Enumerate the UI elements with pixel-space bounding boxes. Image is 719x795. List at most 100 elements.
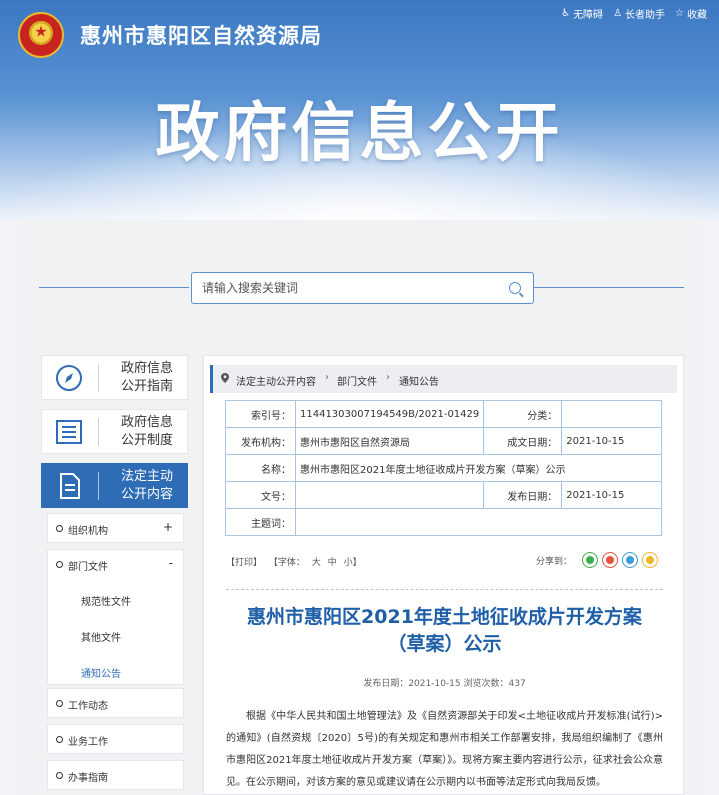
tree-item-service[interactable]: 办事指南 xyxy=(47,760,184,790)
wechat-share-icon[interactable] xyxy=(582,552,599,568)
metadata-table: 索引号： 11441303007194549B/2021-01429 分类： 发… xyxy=(225,400,662,536)
meta-value: 2021-10-15 xyxy=(561,427,662,455)
article-meta: 发布日期：2021-10-15 浏览次数：437 xyxy=(363,679,526,689)
table-row: 文号： 发布日期： 2021-10-15 xyxy=(225,481,662,509)
nav-label: 政府信息 公开指南 xyxy=(112,360,182,396)
nav-disclosure-rules[interactable]: 政府信息 公开制度 xyxy=(41,409,188,454)
top-links: ♿ 无障碍 ♙ 长者助手 ☆ 收藏 xyxy=(561,6,707,21)
header-banner: ★ 惠州市惠阳区自然资源局 ♿ 无障碍 ♙ 长者助手 ☆ 收藏 政府信息公开 xyxy=(0,0,719,220)
meta-value xyxy=(561,400,662,428)
nav-label: 政府信息 公开制度 xyxy=(112,414,182,450)
font-size-label: 【字体： xyxy=(268,558,305,568)
chevron-right-icon: › xyxy=(386,372,390,383)
breadcrumb-statutory[interactable]: 法定主动公开内容 xyxy=(236,373,316,388)
elder-assist-link[interactable]: ♙ 长者助手 xyxy=(613,6,665,21)
font-medium-button[interactable]: 中 xyxy=(328,558,337,568)
article-tools: 【打印】 【字体： 大 中 小】 xyxy=(226,555,366,568)
nav-separator xyxy=(98,418,99,446)
nav-disclosure-guide[interactable]: 政府信息 公开指南 xyxy=(41,355,188,400)
nav-label-line1: 政府信息 xyxy=(120,415,173,430)
nav-label-line2: 公开指南 xyxy=(120,379,173,394)
divider-left xyxy=(39,287,189,288)
nav-separator xyxy=(98,364,99,392)
nav-label-line1: 法定主动 xyxy=(120,469,173,484)
accessibility-link[interactable]: ♿ 无障碍 xyxy=(561,6,603,21)
font-large-button[interactable]: 大 xyxy=(312,558,321,568)
meta-key: 名称： xyxy=(225,454,296,482)
article-title: 惠州市惠阳区2021年度土地征收成片开发方案（草案）公示 xyxy=(247,606,642,655)
tree-item-org[interactable]: 组织机构 + xyxy=(47,513,184,543)
nav-label-line2: 公开制度 xyxy=(120,433,173,448)
nav-label-line1: 政府信息 xyxy=(120,361,173,376)
tree-item-label: 办事指南 xyxy=(68,773,108,784)
bullet-icon xyxy=(56,561,63,568)
meta-key: 主题词： xyxy=(225,508,296,536)
qzone-share-icon[interactable] xyxy=(642,552,659,568)
search-row xyxy=(39,272,684,304)
search-icon[interactable] xyxy=(509,282,521,294)
meta-value: 惠州市惠阳区2021年度土地征收成片开发方案（草案）公示 xyxy=(295,454,662,482)
bullet-icon xyxy=(56,736,63,743)
meta-key: 发布日期： xyxy=(483,481,563,509)
meta-value xyxy=(295,508,662,536)
meta-key: 发布机构： xyxy=(225,427,296,455)
breadcrumb-dept-docs[interactable]: 部门文件 xyxy=(337,373,377,388)
table-row: 名称： 惠州市惠阳区2021年度土地征收成片开发方案（草案）公示 xyxy=(225,454,662,482)
nav-label: 法定主动 公开内容 xyxy=(112,468,182,504)
tree-group-dept-docs: 部门文件 - 规范性文件 其他文件 通知公告 xyxy=(47,549,184,685)
tree-item-business[interactable]: 业务工作 xyxy=(47,724,184,754)
elder-assist-icon: ♙ xyxy=(613,8,623,19)
font-small-button[interactable]: 小】 xyxy=(344,558,362,568)
expand-icon[interactable]: + xyxy=(163,520,173,534)
main-container: 政府信息 公开指南 政府信息 公开制度 法定主动 公开内容 xyxy=(19,220,702,795)
nav-label-line2: 公开内容 xyxy=(120,487,173,502)
article-body: 根据《中华人民共和国土地管理法》及《自然资源部关于印发<土地征收成片开发标准(试… xyxy=(226,711,663,788)
share-bar: 分享到： xyxy=(536,552,659,568)
tree-item-label: 组织机构 xyxy=(68,526,108,537)
table-row: 索引号： 11441303007194549B/2021-01429 分类： xyxy=(225,400,662,428)
table-row: 主题词： xyxy=(225,508,662,536)
nav-statutory-content[interactable]: 法定主动 公开内容 xyxy=(41,463,188,508)
accessibility-icon: ♿ xyxy=(561,8,571,19)
compass-icon xyxy=(56,365,82,391)
chevron-right-icon: › xyxy=(325,372,329,383)
meta-value: 11441303007194549B/2021-01429 xyxy=(294,400,485,428)
breadcrumb: 法定主动公开内容 › 部门文件 › 通知公告 xyxy=(210,365,677,393)
breadcrumb-notices[interactable]: 通知公告 xyxy=(399,373,439,388)
meta-key: 成文日期： xyxy=(483,427,563,455)
org-name: 惠州市惠阳区自然资源局 xyxy=(80,24,322,48)
search-box xyxy=(191,272,534,304)
bullet-icon xyxy=(56,525,63,532)
collapse-icon[interactable]: - xyxy=(169,556,173,570)
banner-title: 政府信息公开 xyxy=(155,97,564,171)
nav-separator xyxy=(98,472,99,500)
print-button[interactable]: 【打印】 xyxy=(226,558,262,568)
favorite-link[interactable]: ☆ 收藏 xyxy=(675,6,707,21)
meta-key: 索引号： xyxy=(225,400,296,428)
favorite-label: 收藏 xyxy=(687,10,707,21)
location-pin-icon xyxy=(221,373,229,383)
qq-share-icon[interactable] xyxy=(622,552,639,568)
divider-right xyxy=(534,287,684,288)
divider xyxy=(226,589,663,590)
search-input[interactable] xyxy=(192,273,492,303)
star-icon: ☆ xyxy=(675,8,684,19)
tree-item-label: 业务工作 xyxy=(68,737,108,748)
document-icon xyxy=(60,473,80,499)
tree-item-work[interactable]: 工作动态 xyxy=(47,688,184,718)
accessibility-label: 无障碍 xyxy=(573,10,604,21)
national-emblem-icon: ★ xyxy=(18,12,64,58)
meta-key: 分类： xyxy=(483,400,563,428)
tree-item-dept-docs[interactable]: 部门文件 xyxy=(68,558,108,573)
bullet-icon xyxy=(56,700,63,707)
table-row: 发布机构： 惠州市惠阳区自然资源局 成文日期： 2021-10-15 xyxy=(225,427,662,455)
meta-value: 2021-10-15 xyxy=(561,481,662,509)
sub-item-other[interactable]: 其他文件 xyxy=(81,629,121,644)
sub-item-notices[interactable]: 通知公告 xyxy=(81,665,121,680)
share-label: 分享到： xyxy=(536,556,573,567)
bullet-icon xyxy=(56,772,63,779)
meta-key: 文号： xyxy=(225,481,296,509)
sub-item-normative[interactable]: 规范性文件 xyxy=(81,593,131,608)
elder-assist-label: 长者助手 xyxy=(625,10,666,21)
weibo-share-icon[interactable] xyxy=(602,552,619,568)
